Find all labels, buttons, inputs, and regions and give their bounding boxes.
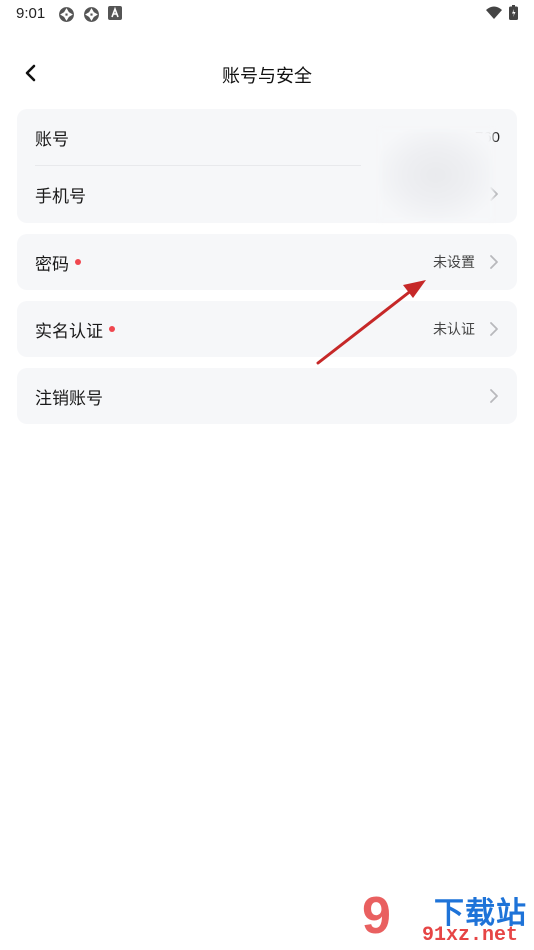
watermark-logo: 9 下载站 91xz.net <box>362 886 534 950</box>
watermark-mark: 9 <box>362 887 391 945</box>
annotation-arrow <box>316 280 426 365</box>
watermark-url: 91xz.net <box>422 924 519 947</box>
